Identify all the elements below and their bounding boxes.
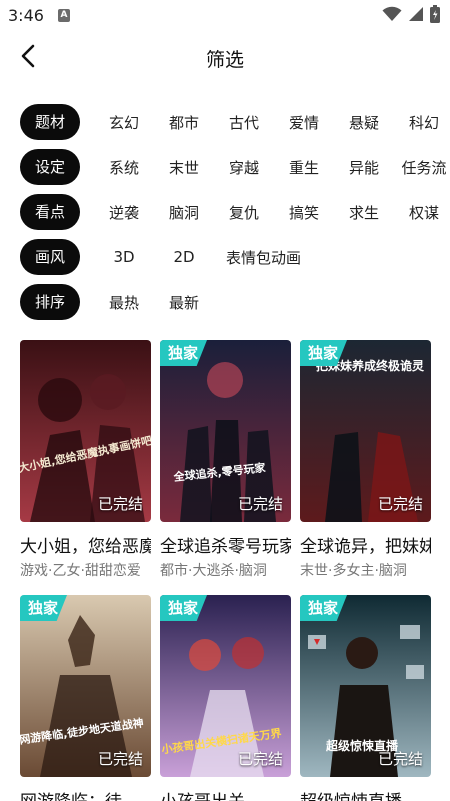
cover-image[interactable]: 小孩哥出关横扫诸天万界 独家 已完结	[160, 595, 291, 777]
filter-panel: 题材 玄幻 都市 古代 爱情 悬疑 科幻 设定 系统 末世 穿越 重生 异能 任…	[20, 104, 450, 329]
status-time: 3:46	[8, 6, 44, 25]
completed-tag: 已完结	[377, 495, 423, 513]
filter-option[interactable]: 求生	[334, 202, 394, 223]
filter-option[interactable]: 权谋	[394, 202, 450, 223]
completed-tag: 已完结	[377, 750, 423, 768]
filter-head-art-style[interactable]: 画风	[20, 239, 80, 275]
completed-tag: 已完结	[237, 495, 283, 513]
battery-icon	[430, 5, 440, 27]
filter-option[interactable]: 搞笑	[274, 202, 334, 223]
filter-head-sort[interactable]: 排序	[20, 284, 80, 320]
comic-card[interactable]: 大小姐,您给恶魔执事画饼吧 已完结 大小姐，您给恶魔… 游戏·乙女·甜甜恋爱	[20, 340, 151, 580]
filter-option[interactable]: 悬疑	[334, 112, 394, 133]
page-title: 筛选	[205, 49, 244, 71]
card-title: 网游降临：徒…	[20, 787, 151, 801]
cover-image[interactable]: 全球追杀,零号玩家 独家 已完结	[160, 340, 291, 522]
app-notification-icon: A	[58, 9, 70, 22]
card-title: 全球诡异，把妹妹…	[300, 537, 431, 557]
comic-card[interactable]: 网游降临,徒步地天道战神 独家 已完结 网游降临：徒…	[20, 595, 151, 801]
filter-option[interactable]: 末世	[154, 157, 214, 178]
filter-option[interactable]: 复仇	[214, 202, 274, 223]
card-title: 超级惊悚直播	[300, 787, 431, 801]
filter-head-theme[interactable]: 题材	[20, 104, 80, 140]
status-icons	[382, 5, 440, 27]
header: 筛选	[0, 36, 450, 80]
completed-tag: 已完结	[97, 495, 143, 513]
signal-icon	[408, 6, 424, 26]
filter-option[interactable]: 穿越	[214, 157, 274, 178]
cover-image[interactable]: 超级惊悚直播 独家 已完结	[300, 595, 431, 777]
cover-image[interactable]: 大小姐,您给恶魔执事画饼吧 已完结	[20, 340, 151, 522]
filter-option[interactable]: 2D	[154, 248, 214, 266]
card-title: 小孩哥出关…	[160, 787, 291, 801]
wifi-icon	[382, 6, 402, 26]
filter-row-setting: 设定 系统 末世 穿越 重生 异能 任务流	[20, 149, 450, 185]
comic-card[interactable]: 超级惊悚直播 独家 已完结 超级惊悚直播	[300, 595, 431, 801]
filter-option[interactable]: 系统	[94, 157, 154, 178]
filter-option[interactable]: 任务流	[394, 157, 450, 178]
card-title: 大小姐，您给恶魔…	[20, 537, 151, 557]
card-tags: 都市·大逃杀·脑洞	[160, 563, 267, 579]
filter-row-sort: 排序 最热 最新	[20, 284, 450, 320]
filter-option[interactable]: 重生	[274, 157, 334, 178]
filter-option[interactable]: 爱情	[274, 112, 334, 133]
card-title: 全球追杀零号玩家	[160, 537, 291, 557]
filter-option[interactable]: 脑洞	[154, 202, 214, 223]
filter-option[interactable]: 都市	[154, 112, 214, 133]
completed-tag: 已完结	[237, 750, 283, 768]
filter-row-art-style: 画风 3D 2D 表情包动画	[20, 239, 450, 275]
filter-head-setting[interactable]: 设定	[20, 149, 80, 185]
filter-option[interactable]: 最热	[94, 292, 154, 313]
completed-tag: 已完结	[97, 750, 143, 768]
filter-option[interactable]: 3D	[94, 248, 154, 266]
comic-card[interactable]: 全球追杀,零号玩家 独家 已完结 全球追杀零号玩家 都市·大逃杀·脑洞	[160, 340, 291, 580]
comic-card[interactable]: 小孩哥出关横扫诸天万界 独家 已完结 小孩哥出关…	[160, 595, 291, 801]
filter-option[interactable]: 表情包动画	[214, 247, 313, 268]
comic-card[interactable]: 把妹妹养成终极诡灵 独家 已完结 全球诡异，把妹妹… 末世·多女主·脑洞	[300, 340, 431, 580]
filter-head-highlight[interactable]: 看点	[20, 194, 80, 230]
card-tags: 末世·多女主·脑洞	[300, 563, 407, 579]
filter-option[interactable]: 玄幻	[94, 112, 154, 133]
filter-option[interactable]: 科幻	[394, 112, 450, 133]
cover-image[interactable]: 网游降临,徒步地天道战神 独家 已完结	[20, 595, 151, 777]
filter-option[interactable]: 逆袭	[94, 202, 154, 223]
filter-option[interactable]: 异能	[334, 157, 394, 178]
filter-row-highlight: 看点 逆袭 脑洞 复仇 搞笑 求生 权谋	[20, 194, 450, 230]
cover-image[interactable]: 把妹妹养成终极诡灵 独家 已完结	[300, 340, 431, 522]
filter-row-theme: 题材 玄幻 都市 古代 爱情 悬疑 科幻	[20, 104, 450, 140]
card-tags: 游戏·乙女·甜甜恋爱	[20, 563, 141, 579]
status-bar: 3:46 A	[0, 0, 450, 32]
filter-option[interactable]: 最新	[154, 292, 214, 313]
filter-option[interactable]: 古代	[214, 112, 274, 133]
